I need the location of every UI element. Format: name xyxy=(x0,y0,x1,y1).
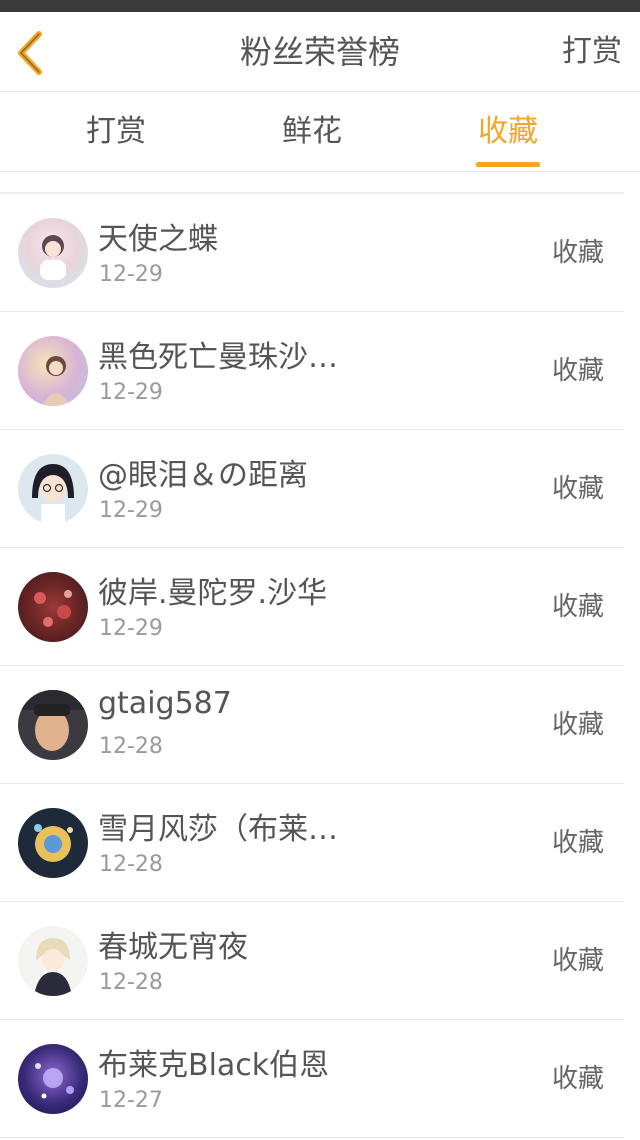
date: 12-29 xyxy=(99,380,163,405)
avatar xyxy=(18,1044,88,1114)
user-name: 彼岸.曼陀罗.沙华 xyxy=(98,576,328,611)
status-bar xyxy=(0,0,640,12)
fan-list: 天使之蝶 12-29 收藏 黑色死亡曼珠沙… 12-29 收藏 @眼泪＆の距离 … xyxy=(0,194,640,1138)
user-name: 雪月风莎（布莱… xyxy=(98,812,338,847)
tab-flowers[interactable]: 鲜花 xyxy=(232,92,392,172)
avatar xyxy=(18,454,88,524)
user-name: 春城无宵夜 xyxy=(98,930,248,965)
date: 12-28 xyxy=(99,970,163,995)
avatar xyxy=(18,218,88,288)
avatar xyxy=(18,336,88,406)
list-item[interactable]: 彼岸.曼陀罗.沙华 12-29 收藏 xyxy=(0,548,640,666)
tab-favorites[interactable]: 收藏 xyxy=(428,92,588,172)
back-button[interactable] xyxy=(0,24,60,82)
tab-reward[interactable]: 打赏 xyxy=(36,92,196,172)
reward-button[interactable]: 打赏 xyxy=(562,12,622,92)
favorite-label: 收藏 xyxy=(551,1064,604,1094)
user-name: 布莱克Black伯恩 xyxy=(98,1048,330,1083)
avatar xyxy=(18,926,88,996)
user-name: @眼泪＆の距离 xyxy=(98,458,308,493)
avatar xyxy=(18,808,88,878)
date: 12-28 xyxy=(99,852,163,877)
user-name: gtaig587 xyxy=(98,686,232,721)
favorite-label: 收藏 xyxy=(551,828,604,858)
favorite-label: 收藏 xyxy=(551,238,604,268)
list-item[interactable]: 布莱克Black伯恩 12-27 收藏 xyxy=(0,1020,640,1138)
date: 12-29 xyxy=(99,262,163,287)
list-item[interactable]: 春城无宵夜 12-28 收藏 xyxy=(0,902,640,1020)
tab-bar: 打赏 鲜花 收藏 xyxy=(0,92,640,172)
date: 12-28 xyxy=(99,734,163,759)
date: 12-27 xyxy=(99,1088,163,1113)
page-title: 粉丝荣誉榜 xyxy=(239,33,400,71)
favorite-label: 收藏 xyxy=(551,356,604,386)
list-item[interactable]: gtaig587 12-28 收藏 xyxy=(0,666,640,784)
favorite-label: 收藏 xyxy=(551,946,604,976)
list-item[interactable]: 黑色死亡曼珠沙… 12-29 收藏 xyxy=(0,312,640,430)
favorite-label: 收藏 xyxy=(551,592,604,622)
list-item[interactable]: 天使之蝶 12-29 收藏 xyxy=(0,194,640,312)
list-item[interactable]: 雪月风莎（布莱… 12-28 收藏 xyxy=(0,784,640,902)
list-item[interactable]: @眼泪＆の距离 12-29 收藏 xyxy=(0,430,640,548)
user-name: 黑色死亡曼珠沙… xyxy=(98,340,338,375)
user-name: 天使之蝶 xyxy=(98,222,218,257)
favorite-label: 收藏 xyxy=(551,710,604,740)
date: 12-29 xyxy=(99,616,163,641)
avatar xyxy=(18,572,88,642)
favorite-label: 收藏 xyxy=(551,474,604,504)
chevron-left-icon xyxy=(18,31,42,75)
nav-bar: 粉丝荣誉榜 打赏 xyxy=(0,12,640,92)
active-tab-indicator xyxy=(476,162,540,167)
date: 12-29 xyxy=(99,498,163,523)
avatar xyxy=(18,690,88,760)
